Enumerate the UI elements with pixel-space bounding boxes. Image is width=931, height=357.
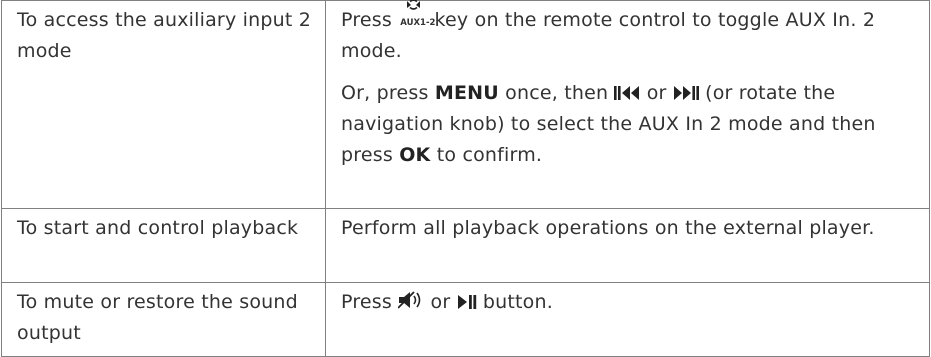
action-text: to confirm. bbox=[436, 144, 543, 166]
task-cell: To start and control playback bbox=[1, 208, 326, 283]
action-text: button. bbox=[482, 291, 553, 313]
table-row: To access the auxiliary input 2 mode Pre… bbox=[1, 0, 930, 209]
action-text: once, then bbox=[505, 82, 609, 104]
play-pause-icon bbox=[457, 295, 476, 309]
action-cell: Perform all playback operations on the e… bbox=[325, 208, 930, 283]
press-text: Press bbox=[341, 9, 393, 31]
aux-toggle-icon: AUX1-2 bbox=[400, 0, 435, 28]
action-paragraph: Or, press MENU once, then or (or rotate … bbox=[341, 78, 929, 171]
press-text: Press bbox=[341, 291, 393, 313]
aux-key-label: AUX1-2 bbox=[400, 18, 436, 28]
task-cell: To access the auxiliary input 2 mode bbox=[1, 0, 326, 209]
table-row: To mute or restore the sound output Pres… bbox=[1, 282, 930, 357]
instruction-table: To access the auxiliary input 2 mode Pre… bbox=[1, 0, 930, 357]
previous-track-icon bbox=[614, 86, 640, 100]
menu-key-label: MENU bbox=[434, 82, 499, 104]
action-cell: Press AUX1-2 key on the remote control t… bbox=[325, 0, 930, 209]
instruction-table-container: To access the auxiliary input 2 mode Pre… bbox=[0, 0, 931, 357]
mute-icon bbox=[398, 291, 421, 309]
action-text: or bbox=[646, 82, 667, 104]
action-cell: Press or button. bbox=[325, 282, 930, 357]
action-paragraph: Press AUX1-2 key on the remote control t… bbox=[341, 0, 929, 67]
action-text: Or, press bbox=[341, 82, 429, 104]
next-track-icon bbox=[673, 86, 699, 100]
table-row: To start and control playback Perform al… bbox=[1, 208, 930, 283]
task-cell: To mute or restore the sound output bbox=[1, 282, 326, 357]
ok-key-label: OK bbox=[399, 144, 431, 166]
action-text: or bbox=[430, 291, 451, 313]
